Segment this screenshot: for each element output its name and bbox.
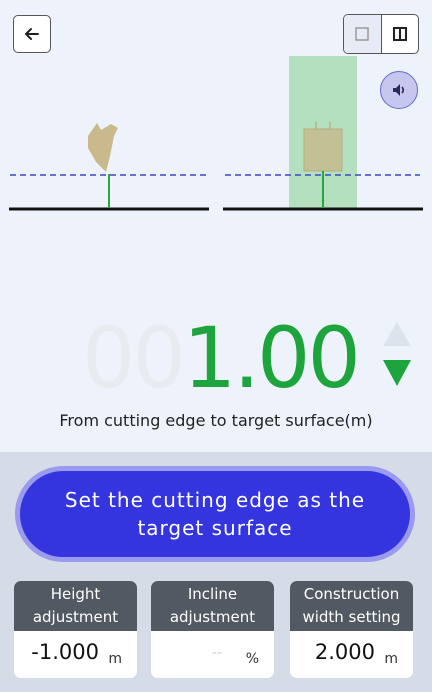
side-view	[9, 123, 210, 211]
single-view-button[interactable]	[344, 15, 382, 53]
arrow-left-icon	[25, 28, 39, 40]
construction-width-card[interactable]: Construction width setting 2.000 m	[290, 581, 413, 678]
triangle-down-icon	[383, 360, 411, 386]
height-adjustment-unit: m	[108, 651, 122, 667]
readout-caption: From cutting edge to target surface(m)	[59, 411, 373, 430]
construction-width-value: 2.000	[314, 640, 375, 664]
height-adjustment-card[interactable]: Height adjustment -1.000 m	[14, 581, 137, 678]
bucket-front-icon	[303, 128, 343, 172]
incline-adjustment-card[interactable]: Incline adjustment -- %	[151, 581, 274, 678]
incline-adjustment-label: Incline adjustment	[151, 581, 274, 631]
back-button[interactable]	[13, 15, 51, 53]
guidance-diagram	[9, 56, 423, 211]
construction-width-label: Construction width setting	[290, 581, 413, 631]
distance-digits: 1.00	[182, 309, 361, 407]
bucket-side-icon	[88, 123, 118, 172]
incline-adjustment-unit: %	[245, 651, 259, 667]
distance-leading-digits: 00	[82, 309, 186, 407]
front-view	[223, 56, 423, 211]
construction-width-unit: m	[384, 651, 398, 667]
split-view-icon	[392, 27, 407, 41]
height-adjustment-label: Height adjustment	[14, 581, 137, 631]
incline-adjustment-value: --	[211, 645, 222, 661]
distance-value: 001.00	[82, 308, 361, 408]
square-icon	[355, 27, 369, 41]
distance-readout: 001.00	[0, 308, 432, 408]
set-target-surface-button[interactable]: Set the cutting edge as the target surfa…	[15, 466, 415, 562]
split-view-button[interactable]	[382, 15, 419, 53]
triangle-up-icon	[383, 322, 411, 346]
view-mode-toggle	[343, 14, 419, 54]
height-adjustment-value: -1.000	[31, 640, 99, 664]
